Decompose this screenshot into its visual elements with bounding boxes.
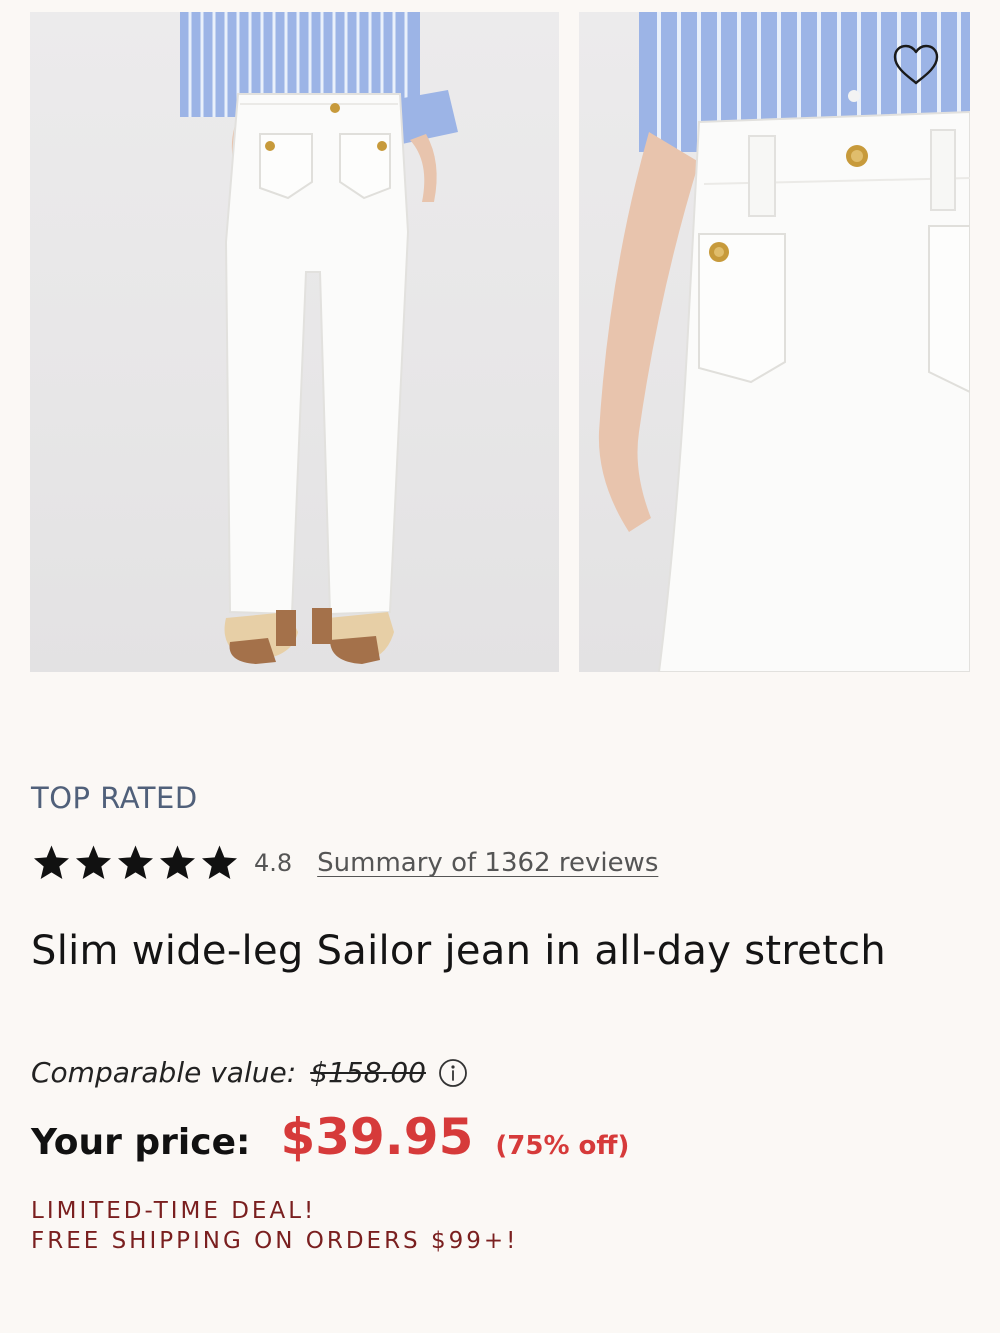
info-icon — [439, 1058, 467, 1087]
promo-line-deal: LIMITED-TIME DEAL! — [31, 1198, 317, 1224]
star-icon — [34, 845, 69, 879]
comparable-value-row: Comparable value: $158.00 — [31, 1056, 468, 1089]
promo-message: LIMITED-TIME DEAL! FREE SHIPPING ON ORDE… — [31, 1196, 518, 1256]
heart-icon — [893, 44, 939, 85]
reviews-summary-link[interactable]: Summary of 1362 reviews — [317, 848, 658, 878]
comparable-value-label: Comparable value: — [31, 1056, 297, 1089]
info-button[interactable] — [438, 1058, 468, 1088]
star-icon — [118, 845, 153, 879]
product-image-main[interactable] — [30, 12, 559, 672]
your-price-row: Your price: $39.95 (75% off) — [31, 1108, 629, 1166]
your-price-label: Your price: — [31, 1122, 251, 1163]
rating-row: 4.8 Summary of 1362 reviews — [31, 838, 658, 888]
star-icon — [76, 845, 111, 879]
star-icon — [160, 845, 195, 879]
product-title: Slim wide-leg Sailor jean in all-day str… — [31, 928, 887, 974]
your-price-value: $39.95 — [280, 1108, 474, 1166]
model-detail-illustration — [598, 12, 970, 672]
product-image-detail[interactable] — [579, 12, 970, 672]
star-icon — [202, 845, 237, 879]
favorite-button[interactable] — [890, 42, 942, 88]
rating-value: 4.8 — [254, 849, 293, 877]
product-image-gallery — [30, 12, 1000, 672]
star-rating — [31, 843, 240, 883]
top-rated-badge: TOP RATED — [31, 781, 198, 815]
comparable-value-price: $158.00 — [310, 1056, 426, 1089]
promo-line-shipping: FREE SHIPPING ON ORDERS $99+! — [31, 1228, 519, 1254]
discount-percent: (75% off) — [495, 1131, 630, 1161]
model-full-length-illustration — [180, 12, 458, 664]
